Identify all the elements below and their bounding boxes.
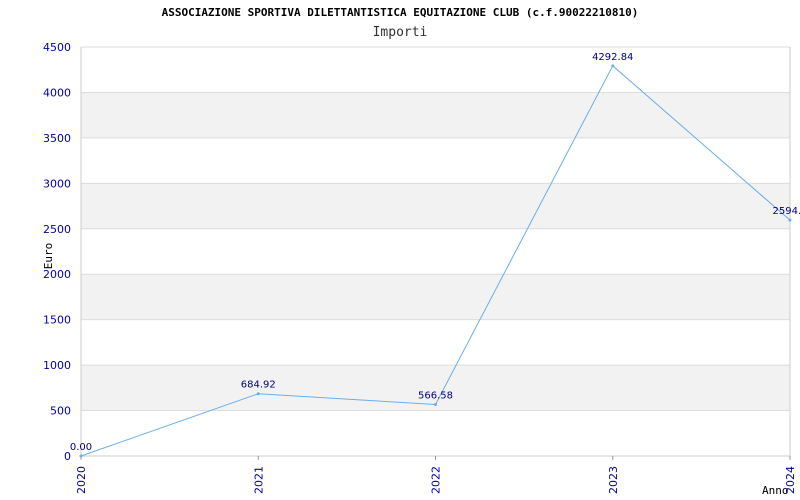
y-axis-label: Euro (42, 243, 55, 270)
x-tick-label: 2023 (607, 466, 620, 494)
grid-band (81, 183, 790, 229)
grid-band (81, 274, 790, 320)
y-tick-label: 1000 (43, 359, 71, 372)
data-label: 2594.7 (773, 206, 800, 217)
grid-bands (81, 92, 790, 411)
y-tick-label: 4000 (43, 86, 71, 99)
x-axis-label: Anno (762, 484, 789, 497)
data-label: 684.92 (241, 380, 276, 391)
y-tick-label: 1500 (43, 314, 71, 327)
y-tick-label: 500 (50, 405, 71, 418)
x-tick-label: 2022 (430, 466, 443, 494)
x-axis-ticks: 2020 2021 2022 2023 2024 (75, 456, 797, 494)
x-tick-label: 2020 (75, 466, 88, 494)
data-point (434, 403, 437, 407)
y-tick-label: 3000 (43, 177, 71, 190)
data-point (79, 454, 83, 458)
line-chart: 050010001500200025003000350040004500 202… (42, 41, 800, 497)
data-label: 4292.84 (592, 52, 633, 63)
x-tick-label: 2021 (252, 466, 265, 494)
data-label: 0.00 (70, 442, 92, 453)
y-tick-label: 4500 (43, 41, 71, 54)
y-tick-label: 2500 (43, 223, 71, 236)
y-tick-label: 3500 (43, 132, 71, 145)
data-label: 566.58 (418, 391, 453, 402)
data-point (611, 64, 615, 68)
data-point (256, 392, 260, 396)
data-point (788, 218, 792, 222)
grid-band (81, 92, 790, 138)
